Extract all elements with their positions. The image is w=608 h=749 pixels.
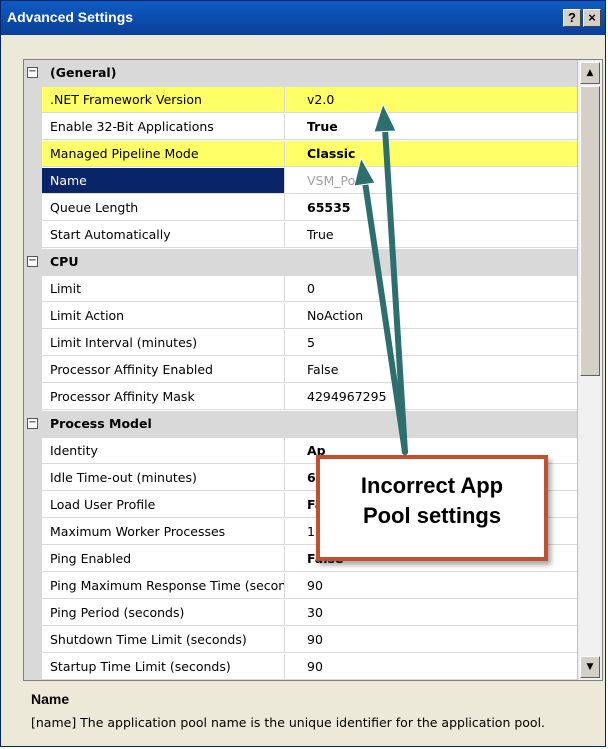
annotation-arrows	[353, 102, 408, 455]
arrow-head-icon	[353, 156, 376, 187]
callout-line-2: Pool settings	[362, 503, 502, 528]
annotation-callout: Incorrect App Pool settings	[316, 455, 548, 561]
arrow-head-icon	[373, 102, 397, 133]
callout-line-1: Incorrect App	[360, 473, 504, 498]
